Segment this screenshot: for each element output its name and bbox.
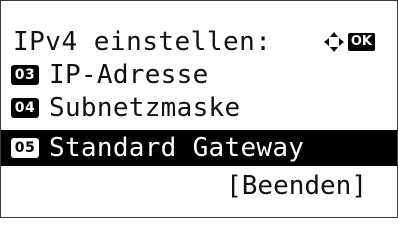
- exit-button[interactable]: [Beenden]: [226, 171, 367, 201]
- menu-item-label: IP-Adresse: [49, 60, 209, 90]
- menu-item-ip-adresse[interactable]: 03 IP-Adresse: [1, 58, 397, 92]
- four-way-arrows-icon: [323, 32, 344, 52]
- footer-row: [Beenden]: [1, 169, 397, 203]
- item-number-badge: 04: [11, 98, 39, 118]
- title-row: IPv4 einstellen: OK: [1, 25, 397, 59]
- menu-item-label: Subnetzmaske: [49, 93, 241, 123]
- menu-item-subnetzmaske[interactable]: 04 Subnetzmaske: [1, 91, 397, 125]
- nav-ok-indicator: OK: [323, 25, 375, 59]
- ok-icon: OK: [347, 33, 375, 51]
- item-number-badge: 05: [11, 138, 39, 158]
- lcd-screen: IPv4 einstellen: OK 03 IP-Adresse 04 Sub…: [0, 0, 398, 218]
- screen-title: IPv4 einstellen:: [13, 27, 272, 57]
- menu-item-standard-gateway[interactable]: 05 Standard Gateway: [1, 130, 397, 166]
- item-number-badge: 03: [11, 65, 39, 85]
- menu-item-label: Standard Gateway: [49, 133, 305, 163]
